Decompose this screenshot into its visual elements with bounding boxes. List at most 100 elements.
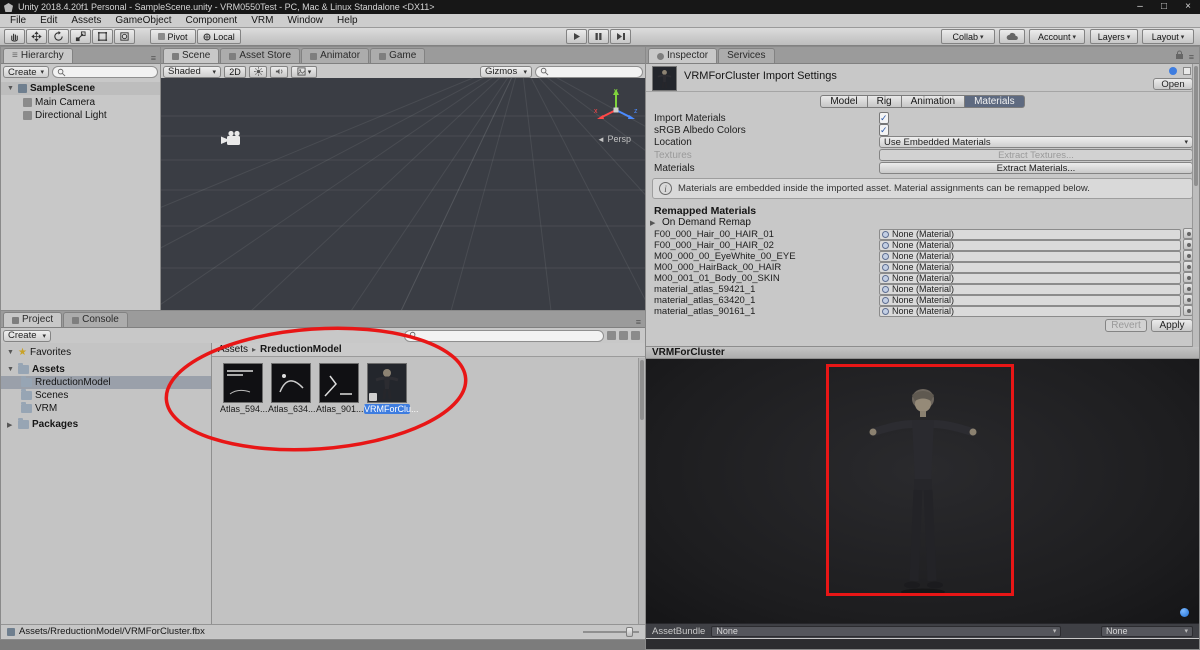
material-object-field[interactable]: None (Material) — [879, 250, 1181, 262]
account-dropdown[interactable]: Account ▾ — [1029, 29, 1085, 44]
tab-scene[interactable]: Scene — [163, 48, 220, 63]
tab-hierarchy[interactable]: ≡ Hierarchy — [3, 48, 73, 63]
tab-services[interactable]: Services — [718, 48, 775, 63]
location-dropdown[interactable]: Use Embedded Materials ▾ — [879, 136, 1193, 148]
axis-orientation-gizmo[interactable]: y x z — [593, 86, 639, 132]
assetbundle-dropdown[interactable]: None ▾ — [711, 625, 1062, 637]
collab-dropdown[interactable]: Collab ▾ — [941, 29, 995, 44]
tab-asset-store[interactable]: Asset Store — [220, 48, 301, 63]
breadcrumb-root[interactable]: Assets — [218, 344, 248, 355]
foldout-icon[interactable]: ▶ — [650, 219, 658, 227]
import-materials-checkbox[interactable]: ✓ — [879, 112, 889, 124]
folder-row-scenes[interactable]: Scenes — [1, 389, 211, 402]
tab-materials[interactable]: Materials — [965, 95, 1025, 108]
material-object-field[interactable]: None (Material) — [879, 272, 1181, 284]
preview-sphere-icon[interactable] — [1180, 608, 1189, 617]
tab-console[interactable]: Console — [63, 312, 128, 327]
foldout-icon[interactable]: ▼ — [7, 349, 15, 356]
preview-header[interactable]: VRMForCluster — [646, 346, 1199, 359]
scene-search-input[interactable] — [535, 65, 643, 78]
local-toggle-button[interactable]: Local — [197, 29, 241, 44]
folder-row-rreductionmodel[interactable]: RreductionModel — [1, 376, 211, 389]
hand-tool-button[interactable] — [4, 29, 25, 44]
menu-file[interactable]: File — [4, 14, 32, 27]
close-button[interactable]: × — [1176, 0, 1200, 14]
favorites-section[interactable]: ▼ ★ Favorites — [1, 346, 211, 359]
pivot-toggle-button[interactable]: Pivot — [150, 29, 196, 44]
foldout-icon[interactable]: ▼ — [7, 85, 15, 92]
menu-assets[interactable]: Assets — [65, 14, 107, 27]
hierarchy-item-directional-light[interactable]: Directional Light — [1, 109, 160, 122]
folder-row-vrm[interactable]: VRM — [1, 402, 211, 415]
rotate-tool-button[interactable] — [48, 29, 69, 44]
model-preview[interactable] — [646, 359, 1199, 623]
menu-component[interactable]: Component — [180, 14, 244, 27]
audio-toggle-button[interactable] — [270, 65, 288, 78]
tab-rig[interactable]: Rig — [867, 95, 902, 108]
effects-dropdown-button[interactable]: ▾ — [291, 65, 317, 78]
material-object-field[interactable]: None (Material) — [879, 228, 1181, 240]
inspector-menu-icon[interactable]: ≡ — [1189, 52, 1194, 62]
lighting-toggle-button[interactable] — [249, 65, 267, 78]
minimize-button[interactable]: – — [1128, 0, 1152, 14]
project-scrollbar[interactable] — [638, 358, 645, 624]
step-button[interactable] — [610, 29, 631, 44]
scrollbar-thumb[interactable] — [640, 360, 644, 420]
panel-menu-icon[interactable]: ≡ — [151, 53, 156, 63]
shading-mode-dropdown[interactable]: Shaded ▾ — [163, 65, 221, 78]
layers-dropdown[interactable]: Layers ▾ — [1090, 29, 1138, 44]
search-by-type-icon[interactable] — [607, 331, 616, 340]
help-icon[interactable] — [1169, 67, 1177, 75]
apply-button[interactable]: Apply — [1151, 319, 1193, 332]
menu-help[interactable]: Help — [331, 14, 364, 27]
rect-tool-button[interactable] — [92, 29, 113, 44]
tab-animator[interactable]: Animator — [301, 48, 370, 63]
maximize-button[interactable]: □ — [1152, 0, 1176, 14]
asset-thumb-atlas-594[interactable]: Atlas_594... — [220, 363, 268, 414]
asset-thumb-atlas-901[interactable]: Atlas_901... — [316, 363, 364, 414]
play-button[interactable] — [566, 29, 587, 44]
breadcrumb-current[interactable]: RreductionModel — [260, 344, 342, 355]
hierarchy-create-dropdown[interactable]: Create ▾ — [3, 66, 49, 78]
project-search-input[interactable] — [404, 329, 604, 342]
scene-camera-icon[interactable] — [221, 130, 247, 148]
pause-button[interactable] — [588, 29, 609, 44]
hierarchy-item-main-camera[interactable]: Main Camera — [1, 96, 160, 109]
lock-icon[interactable] — [1175, 50, 1184, 60]
persp-toggle[interactable]: ◄ Persp — [597, 134, 631, 144]
2d-toggle-button[interactable]: 2D — [224, 65, 246, 78]
menu-edit[interactable]: Edit — [34, 14, 63, 27]
preset-icon[interactable] — [1183, 67, 1191, 75]
scale-tool-button[interactable] — [70, 29, 91, 44]
extract-materials-button[interactable]: Extract Materials... — [879, 162, 1193, 174]
scrollbar-thumb[interactable] — [1194, 66, 1198, 186]
tab-animation[interactable]: Animation — [901, 95, 966, 108]
hierarchy-scene-row[interactable]: ▼ SampleScene — [1, 82, 160, 95]
layout-dropdown[interactable]: Layout ▾ — [1142, 29, 1194, 44]
asset-thumb-atlas-634[interactable]: Atlas_634... — [268, 363, 316, 414]
foldout-icon[interactable]: ▶ — [7, 421, 15, 429]
menu-window[interactable]: Window — [281, 14, 329, 27]
hierarchy-search-input[interactable] — [52, 66, 158, 78]
gizmos-dropdown[interactable]: Gizmos ▾ — [480, 65, 532, 78]
thumbnail-size-slider[interactable] — [583, 626, 639, 637]
transform-tool-button[interactable] — [114, 29, 135, 44]
srgb-checkbox[interactable]: ✓ — [879, 124, 889, 136]
favorite-search-icon[interactable] — [631, 331, 640, 340]
project-create-dropdown[interactable]: Create ▾ — [3, 329, 51, 342]
assets-root-row[interactable]: ▼ Assets — [1, 363, 211, 376]
foldout-icon[interactable]: ▼ — [7, 366, 15, 373]
packages-section[interactable]: ▶ Packages — [1, 418, 211, 431]
open-button[interactable]: Open — [1153, 78, 1193, 90]
tab-game[interactable]: Game — [370, 48, 426, 63]
material-object-field[interactable]: None (Material) — [879, 305, 1181, 317]
tab-project[interactable]: Project — [3, 312, 63, 327]
move-tool-button[interactable] — [26, 29, 47, 44]
tab-inspector[interactable]: Inspector — [648, 48, 718, 63]
assetbundle-variant-dropdown[interactable]: None ▾ — [1101, 625, 1193, 637]
material-object-field[interactable]: None (Material) — [879, 239, 1181, 251]
inspector-scrollbar[interactable] — [1192, 64, 1199, 347]
scene-viewport[interactable]: y x z ◄ Persp — [161, 78, 645, 310]
panel-menu-icon[interactable]: ≡ — [636, 317, 641, 327]
material-object-field[interactable]: None (Material) — [879, 261, 1181, 273]
